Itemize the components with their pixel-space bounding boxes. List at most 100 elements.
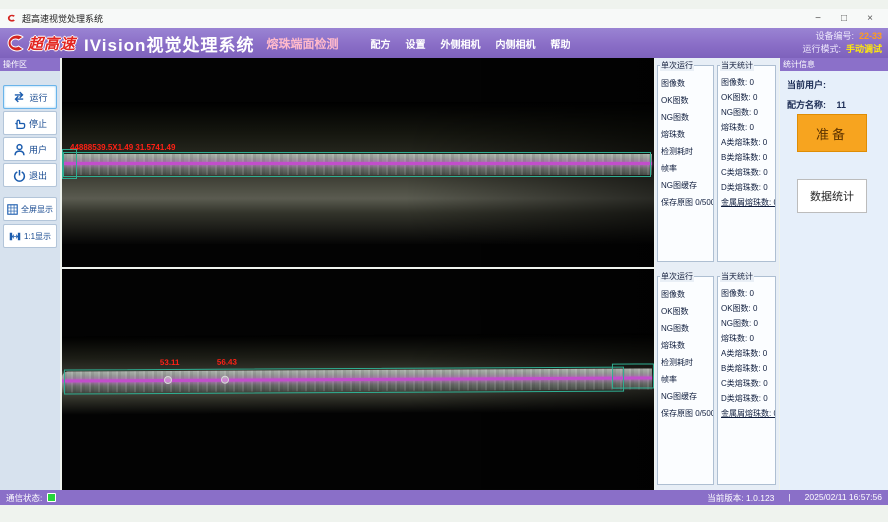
stat-row: OK图数 [658, 303, 713, 320]
detection-marker [221, 376, 229, 384]
stat-row: 金属屑熔珠数: 0 [718, 195, 775, 210]
one-to-one-display-label: 1:1显示 [24, 231, 51, 242]
device-number-label: 设备编号: [815, 30, 854, 43]
single-run-groupbox: 单次运行 图像数 OK图数 NG图数 熔珠数 检测耗时 帧率 NG图缓存 保存原… [657, 276, 714, 485]
detection-outline [64, 367, 624, 395]
stat-row: D类熔珠数: 0 [718, 391, 775, 406]
menu-item-settings[interactable]: 设置 [405, 36, 425, 51]
daily-stats-groupbox: 当天统计 图像数: 0 OK图数: 0 NG图数: 0 熔珠数: 0 A类熔珠数… [717, 65, 776, 262]
daily-stats-groupbox: 当天统计 图像数: 0 OK图数: 0 NG图数: 0 熔珠数: 0 A类熔珠数… [717, 276, 776, 485]
one-to-one-icon [9, 231, 21, 242]
menu-item-inner-camera[interactable]: 内侧相机 [495, 36, 535, 51]
stat-row: 金属屑熔珠数: 0 [718, 406, 775, 421]
app-header: 超高速 IVision视觉处理系统 熔珠端面检测 配方 设置 外侧相机 内侧相机… [0, 28, 888, 58]
maximize-button[interactable]: □ [836, 13, 852, 24]
comm-status-label: 通信状态: [6, 492, 42, 504]
one-to-one-display-button[interactable]: 1:1显示 [3, 224, 57, 248]
single-run-groupbox: 单次运行 图像数 OK图数 NG图数 熔珠数 检测耗时 帧率 NG图缓存 保存原… [657, 65, 714, 262]
stat-row: 熔珠数: 0 [718, 120, 775, 135]
stat-row: NG图缓存 [658, 388, 713, 405]
application-window: 超高速视觉处理系统 − □ × 超高速 IVision视觉处理系统 熔珠端面检测… [0, 0, 888, 522]
stat-row: 检测耗时 [658, 143, 713, 160]
stat-row: C类熔珠数: 0 [718, 376, 775, 391]
user-button[interactable]: 用户 [3, 137, 57, 161]
status-bar: 通信状态: 当前版本: 1.0.123 | 2025/02/11 16:57:5… [0, 490, 888, 505]
daily-stats-title: 当天统计 [720, 60, 754, 71]
run-button-label: 运行 [29, 91, 47, 104]
stat-row: OK图数: 0 [718, 90, 775, 105]
user-icon [13, 143, 26, 156]
app-subtitle: 熔珠端面检测 [266, 35, 338, 52]
run-button[interactable]: 运行 [3, 85, 57, 109]
operation-sidebar: 操作区 运行 停止 用户 退出 [0, 58, 60, 490]
stat-row: A类熔珠数: 0 [718, 135, 775, 150]
stop-button-label: 停止 [29, 117, 47, 130]
main-menu: 配方 设置 外侧相机 内侧相机 帮助 [370, 36, 570, 51]
menu-item-help[interactable]: 帮助 [550, 36, 570, 51]
brand-logo-text: 超高速 [28, 33, 76, 54]
run-mode-value: 手动调试 [846, 43, 882, 56]
stat-row: C类熔珠数: 0 [718, 165, 775, 180]
data-statistics-button[interactable]: 数据统计 [797, 179, 867, 213]
recipe-name-value: 11 [837, 100, 847, 110]
stat-row: B类熔珠数: 0 [718, 361, 775, 376]
detection-marker [164, 376, 172, 384]
user-button-label: 用户 [29, 143, 47, 156]
exit-button-label: 退出 [29, 169, 47, 182]
inner-camera-viewport[interactable]: 53.11 56.43 [62, 269, 654, 490]
recipe-name-label: 配方名称: [787, 100, 826, 110]
device-info: 设备编号: 22-33 运行模式: 手动调试 [802, 30, 882, 56]
operation-sidebar-title: 操作区 [0, 58, 60, 71]
comm-status-indicator [47, 493, 56, 502]
app-logo-icon [6, 13, 17, 24]
stat-row: A类熔珠数: 0 [718, 346, 775, 361]
device-number-value: 22-33 [859, 30, 882, 43]
stat-row: 熔珠数 [658, 126, 713, 143]
stat-row: 帧率 [658, 160, 713, 177]
close-button[interactable]: × [862, 13, 878, 24]
app-title: IVision视觉处理系统 [84, 31, 254, 56]
stat-row: 熔珠数: 0 [718, 331, 775, 346]
statistics-info-panel: 统计信息 当前用户: 配方名称: 11 准备 数据统计 [780, 58, 888, 490]
datetime: 2025/02/11 16:57:56 [805, 492, 882, 504]
stat-row: 熔珠数 [658, 337, 713, 354]
stat-row: NG图数 [658, 320, 713, 337]
stat-row: 保存原图 0/500 [658, 194, 713, 211]
run-mode-label: 运行模式: [802, 43, 841, 56]
stat-row: 图像数: 0 [718, 75, 775, 90]
stat-row: NG图数: 0 [718, 105, 775, 120]
version-label: 当前版本: [707, 493, 743, 503]
stat-row: 图像数 [658, 75, 713, 92]
fullscreen-display-button[interactable]: 全屏显示 [3, 197, 57, 221]
prepare-button[interactable]: 准备 [797, 114, 867, 152]
statistics-info-title: 统计信息 [780, 58, 888, 71]
exit-button[interactable]: 退出 [3, 163, 57, 187]
grid-icon [7, 204, 18, 215]
current-user-label: 当前用户: [787, 80, 826, 90]
stat-row: 图像数 [658, 286, 713, 303]
outer-camera-viewport[interactable]: 44888539.5X1.49 31.5741.49 [62, 58, 654, 267]
measurement-label: 56.43 [217, 358, 237, 367]
single-run-title: 单次运行 [660, 271, 694, 282]
stat-row: 帧率 [658, 371, 713, 388]
stat-row: NG图数 [658, 109, 713, 126]
stat-row: 检测耗时 [658, 354, 713, 371]
brand-logo-icon [3, 32, 27, 54]
detection-outline [63, 152, 651, 177]
cycle-icon [12, 91, 26, 103]
window-title: 超高速视觉处理系统 [22, 12, 103, 25]
stat-row: B类熔珠数: 0 [718, 150, 775, 165]
power-icon [13, 169, 26, 182]
detection-outline-right-segment [612, 363, 654, 388]
stat-row: 图像数: 0 [718, 286, 775, 301]
stat-row: OK图数 [658, 92, 713, 109]
stop-button[interactable]: 停止 [3, 111, 57, 135]
daily-stats-title: 当天统计 [720, 271, 754, 282]
detection-outline-left-segment [62, 149, 77, 179]
stat-row: NG图缓存 [658, 177, 713, 194]
version-value: 1.0.123 [746, 493, 774, 503]
menu-item-outer-camera[interactable]: 外侧相机 [440, 36, 480, 51]
menu-item-recipe[interactable]: 配方 [370, 36, 390, 51]
detection-annotation: 44888539.5X1.49 31.5741.49 [70, 143, 175, 152]
minimize-button[interactable]: − [810, 13, 826, 24]
